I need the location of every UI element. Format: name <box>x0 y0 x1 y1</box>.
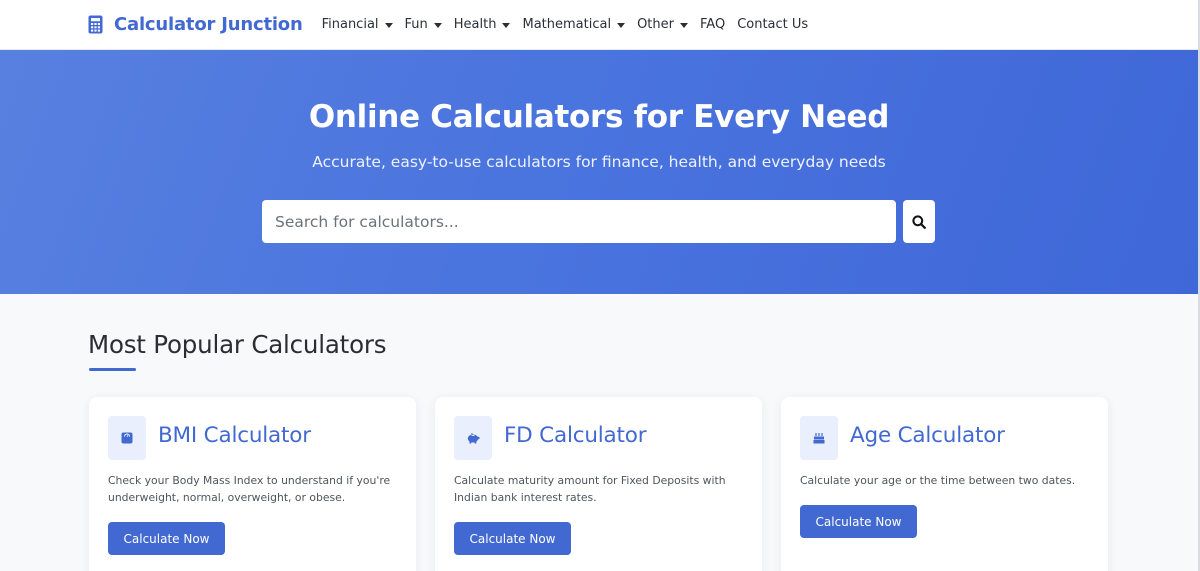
nav-item-financial[interactable]: Financial <box>322 17 393 32</box>
birthday-cake-icon <box>813 433 825 444</box>
nav-item-label: FAQ <box>700 17 726 32</box>
nav-item-label: Financial <box>321 17 379 32</box>
card-icon-box <box>454 416 492 460</box>
calculator-icon <box>88 15 103 34</box>
calculator-card-bmi: BMI Calculator Check your Body Mass Inde… <box>89 397 416 571</box>
card-icon-box <box>108 416 146 460</box>
card-description: Calculate maturity amount for Fixed Depo… <box>454 474 726 504</box>
hero-section: Online Calculators for Every Need Accura… <box>0 50 1198 294</box>
piggy-bank-icon <box>467 432 480 444</box>
card-icon-box <box>800 416 838 460</box>
nav-item-fun[interactable]: Fun <box>405 17 442 32</box>
section-title-underline <box>89 368 136 371</box>
caret-down-icon <box>502 22 511 28</box>
section-title: Most Popular Calculators <box>88 330 387 359</box>
card-description: Check your Body Mass Index to understand… <box>108 474 391 504</box>
nav-item-contact-us[interactable]: Contact Us <box>737 17 808 32</box>
card-title: Age Calculator <box>850 423 1005 448</box>
nav-item-label: Other <box>637 17 674 32</box>
brand-link[interactable]: Calculator Junction <box>88 14 303 35</box>
search-icon <box>912 214 926 229</box>
calculate-now-button-fd[interactable]: Calculate Now <box>454 522 571 555</box>
caret-down-icon <box>433 22 442 28</box>
brand-name: Calculator Junction <box>114 14 303 35</box>
card-description: Calculate your age or the time between t… <box>800 474 1076 487</box>
calculate-now-button-age[interactable]: Calculate Now <box>800 505 917 538</box>
hero-title: Online Calculators for Every Need <box>308 99 890 135</box>
card-title: FD Calculator <box>504 423 647 448</box>
nav-item-label: Contact Us <box>737 17 809 32</box>
caret-down-icon <box>680 22 688 28</box>
calculate-now-button-bmi[interactable]: Calculate Now <box>108 522 225 555</box>
nav-menu: Financial Fun Health Mathematical Other … <box>322 17 821 32</box>
caret-down-icon <box>384 22 393 28</box>
search-input[interactable] <box>262 200 896 243</box>
hero-subtitle: Accurate, easy-to-use calculators for fi… <box>312 153 886 171</box>
calculator-card-age: Age Calculator Calculate your age or the… <box>781 397 1108 571</box>
nav-item-label: Health <box>453 17 497 32</box>
search-button[interactable] <box>903 200 935 243</box>
weight-scale-icon <box>121 432 133 444</box>
navbar: Calculator Junction Financial Fun Health… <box>0 0 1198 50</box>
calculator-card-fd: FD Calculator Calculate maturity amount … <box>435 397 762 571</box>
nav-item-label: Fun <box>404 17 428 32</box>
nav-item-other[interactable]: Other <box>637 17 688 32</box>
nav-item-health[interactable]: Health <box>454 17 511 32</box>
card-title: BMI Calculator <box>158 423 311 448</box>
nav-item-label: Mathematical <box>522 17 612 32</box>
nav-item-mathematical[interactable]: Mathematical <box>522 17 626 32</box>
nav-item-faq[interactable]: FAQ <box>700 17 725 32</box>
caret-down-icon <box>617 22 626 28</box>
